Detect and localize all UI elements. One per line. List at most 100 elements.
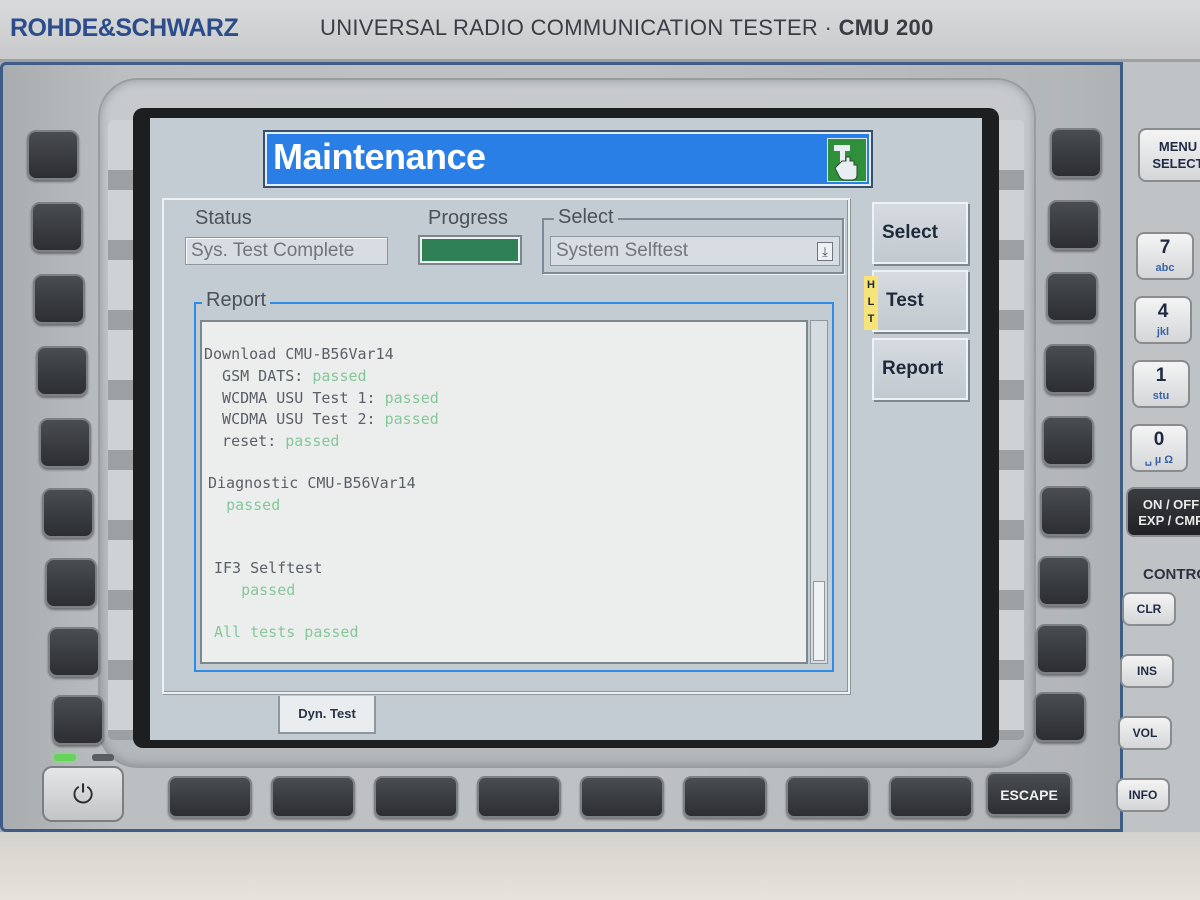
control-section-label: CONTROL <box>1143 566 1200 583</box>
hotkey-7[interactable] <box>786 776 870 818</box>
key-1-letters: stu <box>1152 390 1170 402</box>
report-test-name: WCDMA USU Test 1: <box>204 389 385 407</box>
report-line: WCDMA USU Test 2: passed <box>204 410 439 428</box>
select-label: SELECT <box>1152 156 1200 171</box>
key-1[interactable]: 1 stu <box>1132 360 1190 408</box>
hotkey-4[interactable] <box>477 776 561 818</box>
softkey-right-4[interactable] <box>1044 344 1096 394</box>
key-7[interactable]: 7 abc <box>1136 232 1194 280</box>
power-led-on <box>54 754 76 761</box>
softkey-left-9[interactable] <box>52 695 104 745</box>
key-1-digit: 1 <box>1155 365 1167 386</box>
report-status: passed <box>285 432 340 450</box>
menu-label: MENU <box>1158 139 1198 154</box>
report-label: Report <box>202 289 271 312</box>
report-line: reset: passed <box>204 432 339 450</box>
lcd-screen: Maintenance Status Sys. Test Complete Pr… <box>150 118 982 740</box>
report-test-name <box>208 496 226 514</box>
key-7-digit: 7 <box>1159 237 1171 258</box>
hotkey-6[interactable] <box>683 776 767 818</box>
report-test-name <box>214 581 241 599</box>
key-0-digit: 0 <box>1153 429 1165 450</box>
softkey-right-2[interactable] <box>1048 200 1100 250</box>
softkey-left-5[interactable] <box>39 418 91 468</box>
exp-cmp-label: EXP / CMP <box>1138 513 1200 528</box>
report-status: passed <box>384 389 439 407</box>
softkey-left-2[interactable] <box>31 202 83 252</box>
info-button[interactable]: INFO <box>1116 778 1170 812</box>
key-4-digit: 4 <box>1157 301 1169 322</box>
key-0[interactable]: 0 ␣ µ Ω <box>1130 424 1188 472</box>
softkey-left-8[interactable] <box>48 627 100 677</box>
key-0-letters: ␣ µ Ω <box>1144 454 1174 466</box>
report-line: WCDMA USU Test 1: passed <box>204 389 439 407</box>
hotkey-1[interactable] <box>168 776 252 818</box>
power-icon: ⏻ <box>72 779 94 809</box>
softkey-right-6[interactable] <box>1040 486 1092 536</box>
report-line-text: Diagnostic CMU-B56Var14 <box>208 474 416 492</box>
key-7-letters: abc <box>1155 262 1175 274</box>
on-off-button[interactable]: ON / OFF EXP / CMP <box>1126 487 1200 537</box>
report-text-area[interactable]: Download CMU-B56Var14 GSM DATS: passed W… <box>200 320 808 664</box>
report-test-name: WCDMA USU Test 2: <box>204 410 385 428</box>
softkey-left-1[interactable] <box>27 130 79 180</box>
report-status: passed <box>241 581 296 599</box>
page-title: Maintenance <box>273 136 486 177</box>
report-status: passed <box>312 367 367 385</box>
softkey-left-4[interactable] <box>36 346 88 396</box>
model-title: UNIVERSAL RADIO COMMUNICATION TESTER · C… <box>320 15 934 41</box>
softkey-right-7[interactable] <box>1038 556 1090 606</box>
standby-led <box>92 754 114 761</box>
menu-select-button[interactable]: MENU SELECT <box>1138 128 1200 182</box>
clr-button[interactable]: CLR <box>1122 592 1176 626</box>
brand-logo: ROHDE&SCHWARZ <box>10 14 239 42</box>
vol-button[interactable]: VOL <box>1118 716 1172 750</box>
model-number: CMU 200 <box>838 15 934 40</box>
report-line: passed <box>208 496 280 514</box>
model-name: UNIVERSAL RADIO COMMUNICATION TESTER <box>320 15 819 40</box>
report-line: GSM DATS: passed <box>204 367 367 385</box>
power-button[interactable]: ⏻ <box>42 766 124 822</box>
softkey-right-3[interactable] <box>1046 272 1098 322</box>
scrollbar-thumb[interactable] <box>813 581 825 661</box>
title-bar: Maintenance <box>265 132 871 186</box>
softkey-right-1[interactable] <box>1050 128 1102 178</box>
report-line: passed <box>214 581 295 599</box>
softkey-right-9[interactable] <box>1034 692 1086 742</box>
softkey-left-6[interactable] <box>42 488 94 538</box>
progress-bar <box>418 235 522 265</box>
report-softkey-button[interactable]: Report <box>872 338 968 400</box>
select-softkey-button[interactable]: Select <box>872 202 968 264</box>
test-softkey-button[interactable]: Test <box>872 270 968 332</box>
softkey-left-3[interactable] <box>33 274 85 324</box>
report-status: passed <box>384 410 439 428</box>
hlt-badge: HLT <box>864 276 878 330</box>
hotkey-3[interactable] <box>374 776 458 818</box>
hlt-text: HLT <box>867 279 875 325</box>
tab-dyn-test[interactable]: Dyn. Test <box>278 696 376 734</box>
softkey-left-7[interactable] <box>45 558 97 608</box>
model-separator: · <box>824 15 833 40</box>
on-off-label: ON / OFF <box>1142 497 1200 512</box>
report-test-name: GSM DATS: <box>204 367 313 385</box>
touch-hand-icon <box>827 138 867 182</box>
test-select-dropdown[interactable]: System Selftest ⤓ <box>550 236 840 266</box>
softkey-right-5[interactable] <box>1042 416 1094 466</box>
hotkey-8[interactable] <box>889 776 973 818</box>
key-4[interactable]: 4 jkl <box>1134 296 1192 344</box>
softkey-right-8[interactable] <box>1036 624 1088 674</box>
hotkey-5[interactable] <box>580 776 664 818</box>
report-test-name: reset: <box>204 432 286 450</box>
select-value: System Selftest <box>556 240 688 261</box>
report-summary: All tests passed <box>214 623 359 641</box>
hotkey-2[interactable] <box>271 776 355 818</box>
ins-button[interactable]: INS <box>1120 654 1174 688</box>
report-line-text: IF3 Selftest <box>214 559 323 577</box>
escape-button[interactable]: ESCAPE <box>986 772 1072 816</box>
select-label: Select <box>554 206 618 229</box>
status-label: Status <box>195 207 252 229</box>
dropdown-arrow-icon[interactable]: ⤓ <box>817 242 833 261</box>
report-line: Download CMU-B56Var14 <box>204 345 394 363</box>
report-line: IF3 Selftest <box>214 559 322 577</box>
report-scrollbar[interactable] <box>810 320 828 664</box>
